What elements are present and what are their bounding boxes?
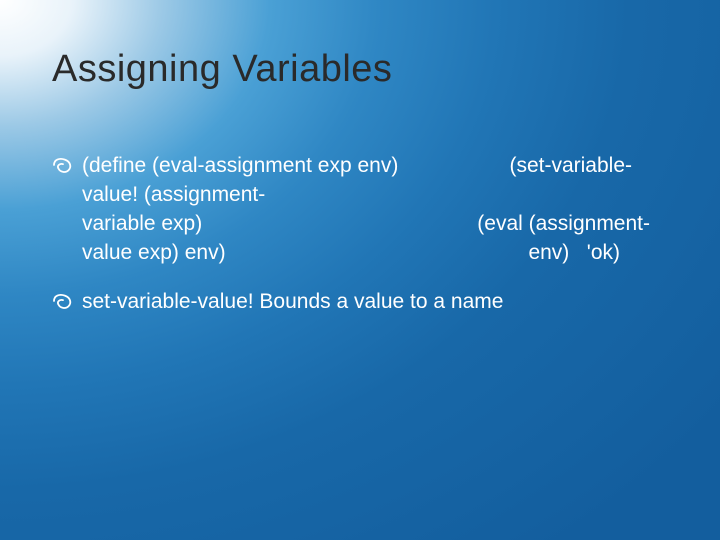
code-fragment: value! (assignment- <box>82 181 265 210</box>
slide: Assigning Variables (define (eval-assign… <box>0 0 720 540</box>
slide-title: Assigning Variables <box>52 48 392 91</box>
bullet-text: set-variable-value! Bounds a value to a … <box>82 290 503 313</box>
code-fragment: env) 'ok) <box>528 239 620 268</box>
code-fragment: (eval (assignment- <box>477 210 650 239</box>
code-block: (define (eval-assignment exp env) (set-v… <box>82 152 660 268</box>
code-fragment: (set-variable- <box>509 152 632 181</box>
bullet-swirl-icon <box>52 156 74 174</box>
bullet-item: (define (eval-assignment exp env) (set-v… <box>52 152 660 268</box>
code-fragment: (define (eval-assignment exp env) <box>82 152 398 181</box>
bullet-swirl-icon <box>52 292 74 310</box>
code-line: (define (eval-assignment exp env) (set-v… <box>82 152 660 181</box>
code-fragment: value exp) env) <box>82 239 226 268</box>
code-line: value! (assignment- <box>82 181 660 210</box>
bullet-item: set-variable-value! Bounds a value to a … <box>52 288 660 317</box>
code-line: variable exp) (eval (assignment- <box>82 210 660 239</box>
code-line: value exp) env) env) 'ok) <box>82 239 660 268</box>
code-fragment: variable exp) <box>82 210 202 239</box>
slide-content: (define (eval-assignment exp env) (set-v… <box>52 152 660 337</box>
